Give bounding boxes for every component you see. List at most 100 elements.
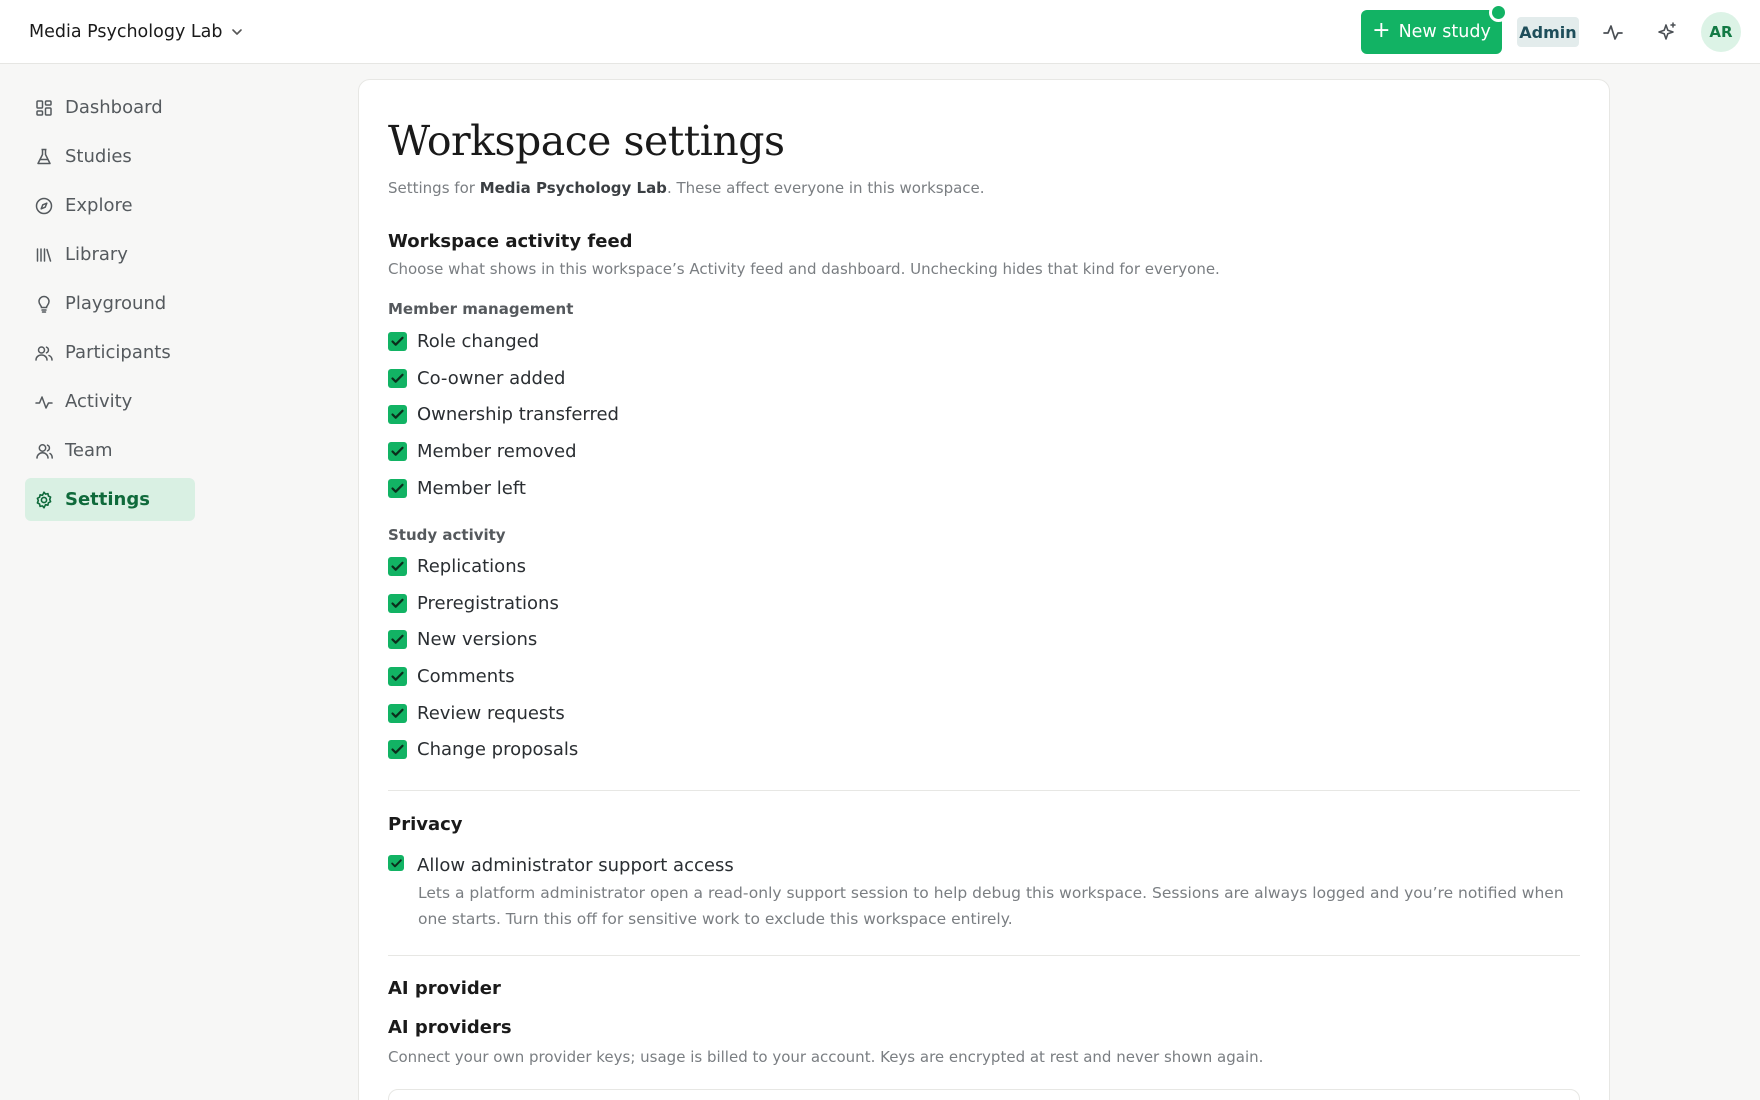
checkbox-admin-support-access[interactable]: Allow administrator support access <box>388 851 734 879</box>
sidebar-item-activity[interactable]: Activity <box>25 380 195 423</box>
plus-icon: + <box>1372 18 1391 43</box>
ai-providers-title: AI providers <box>388 1017 512 1038</box>
checkbox-label: Member removed <box>417 440 577 462</box>
activity-feed-title: Workspace activity feed <box>388 231 633 252</box>
role-badge: Admin <box>1517 17 1579 47</box>
checkbox[interactable] <box>388 703 407 723</box>
checkbox-preregistrations[interactable]: Preregistrations <box>388 589 559 617</box>
sidebar-item-label: Team <box>65 440 113 461</box>
activity-feed-description: Choose what shows in this workspace’s Ac… <box>388 260 1220 278</box>
checkbox-label: Comments <box>417 665 515 687</box>
subtitle-prefix: Settings for <box>388 179 480 197</box>
check-icon <box>391 409 404 419</box>
section-divider <box>388 955 1580 956</box>
sidebar-item-library[interactable]: Library <box>25 233 195 276</box>
sidebar-item-participants[interactable]: Participants <box>25 331 195 374</box>
sidebar-item-settings[interactable]: Settings <box>25 478 195 521</box>
check-icon <box>391 598 404 608</box>
member-management-label: Member management <box>388 300 574 318</box>
checkbox-label: Role changed <box>417 330 540 352</box>
checkbox[interactable] <box>388 666 407 686</box>
activity-pulse-icon[interactable] <box>1597 16 1629 48</box>
checkbox[interactable] <box>388 404 407 424</box>
checkbox-label: Co-owner added <box>417 367 566 389</box>
check-icon <box>391 634 404 644</box>
sidebar-item-team[interactable]: Team <box>25 429 195 472</box>
sidebar-item-playground[interactable]: Playground <box>25 282 195 325</box>
check-icon <box>391 373 404 383</box>
checkbox-label: Review requests <box>417 702 565 724</box>
checkbox-label: Allow administrator support access <box>417 854 734 876</box>
ai-providers-description: Connect your own provider keys; usage is… <box>388 1048 1264 1066</box>
check-icon <box>391 561 404 571</box>
sidebar-item-dashboard[interactable]: Dashboard <box>25 86 195 129</box>
new-study-label: New study <box>1398 22 1491 42</box>
check-icon <box>391 483 404 493</box>
compass-icon <box>35 197 53 214</box>
check-icon <box>391 708 404 718</box>
section-divider <box>388 790 1580 791</box>
checkbox[interactable] <box>388 629 407 649</box>
checkbox-new-versions[interactable]: New versions <box>388 625 537 653</box>
sidebar-item-label: Activity <box>65 391 133 412</box>
sidebar-item-label: Playground <box>65 293 167 314</box>
checkbox-label: New versions <box>417 628 538 650</box>
check-icon <box>391 744 404 754</box>
page-title: Workspace settings <box>388 117 785 165</box>
checkbox[interactable] <box>388 556 407 576</box>
flask-icon <box>37 148 51 164</box>
workspace-switcher[interactable]: Media Psychology Lab <box>29 18 244 46</box>
subtitle-suffix: . These affect everyone in this workspac… <box>666 179 985 197</box>
checkbox[interactable] <box>388 593 407 613</box>
check-icon <box>391 336 404 346</box>
checkbox[interactable] <box>388 739 407 759</box>
workspace-name: Media Psychology Lab <box>29 22 223 42</box>
checkbox-label: Member left <box>417 477 526 499</box>
notification-dot <box>1489 3 1508 22</box>
checkbox-ownership-transferred[interactable]: Ownership transferred <box>388 400 619 428</box>
checkbox-replications[interactable]: Replications <box>388 552 526 580</box>
ai-provider-section-title: AI provider <box>388 978 501 999</box>
checkbox-member-left[interactable]: Member left <box>388 474 526 502</box>
chevron-down-icon <box>230 25 244 39</box>
sparkles-icon[interactable] <box>1651 16 1683 48</box>
sidebar-nav: Dashboard Studies Explore Library Playgr… <box>25 86 195 527</box>
privacy-title: Privacy <box>388 814 463 835</box>
activity-icon <box>35 395 53 409</box>
new-study-button[interactable]: + New study <box>1361 10 1502 54</box>
library-icon <box>36 247 52 262</box>
check-icon <box>391 671 404 681</box>
subtitle-workspace-name: Media Psychology Lab <box>479 179 667 197</box>
checkbox[interactable] <box>388 855 404 871</box>
check-icon <box>391 446 404 456</box>
top-bar: Media Psychology Lab + New study Admin A… <box>0 0 1760 64</box>
support-access-description: Lets a platform administrator open a rea… <box>418 884 1564 928</box>
sidebar-item-label: Dashboard <box>65 97 163 118</box>
sidebar-item-label: Studies <box>65 146 132 167</box>
checkbox[interactable] <box>388 368 407 388</box>
checkbox[interactable] <box>388 441 407 461</box>
sidebar-item-label: Settings <box>65 489 150 510</box>
sidebar-item-label: Participants <box>65 342 171 363</box>
ai-providers-card <box>388 1089 1580 1100</box>
checkbox-label: Replications <box>417 555 526 577</box>
settings-panel: Workspace settings Settings for Media Ps… <box>358 79 1610 1100</box>
checkbox-co-owner-added[interactable]: Co-owner added <box>388 364 565 392</box>
team-icon <box>36 443 53 459</box>
sidebar-item-explore[interactable]: Explore <box>25 184 195 227</box>
sidebar-item-studies[interactable]: Studies <box>25 135 195 178</box>
checkbox-label: Change proposals <box>417 738 579 760</box>
checkbox-comments[interactable]: Comments <box>388 662 515 690</box>
checkbox-change-proposals[interactable]: Change proposals <box>388 735 578 763</box>
checkbox-role-changed[interactable]: Role changed <box>388 327 539 355</box>
checkbox-label: Ownership transferred <box>417 403 619 425</box>
gear-icon <box>36 490 52 509</box>
page-subtitle: Settings for Media Psychology Lab. These… <box>388 179 985 197</box>
avatar[interactable]: AR <box>1701 12 1741 52</box>
checkbox[interactable] <box>388 478 407 498</box>
lightbulb-icon <box>38 295 50 313</box>
checkbox[interactable] <box>388 331 407 351</box>
checkbox-member-removed[interactable]: Member removed <box>388 437 577 465</box>
checkbox-review-requests[interactable]: Review requests <box>388 699 565 727</box>
check-icon <box>390 858 402 867</box>
